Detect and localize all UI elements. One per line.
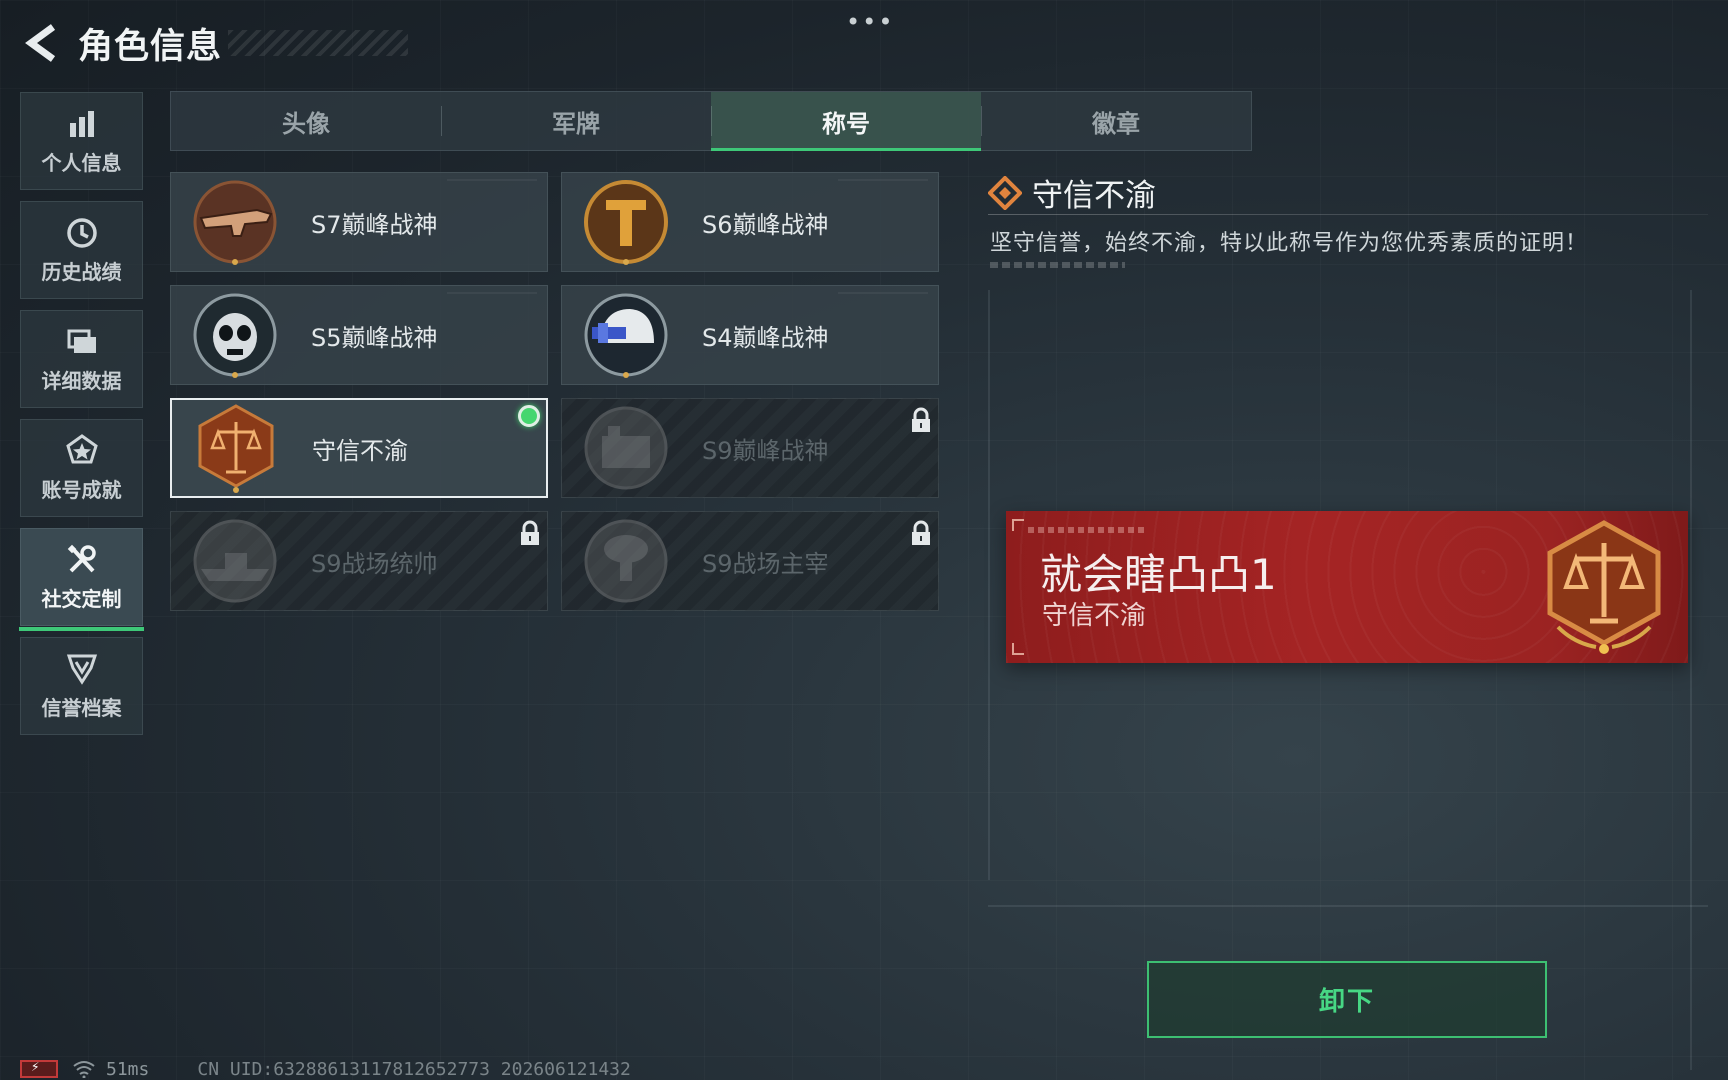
tab-badge[interactable]: 徽章 (981, 92, 1251, 150)
equipped-indicator (518, 405, 540, 427)
preview-corner (1012, 643, 1024, 655)
sidebar-item-label: 历史战绩 (41, 259, 122, 284)
frame-line (988, 905, 1708, 907)
tab-dog-tag[interactable]: 军牌 (441, 92, 711, 150)
achievement-star-icon (65, 433, 98, 463)
mushroom-cloud-emblem-icon (584, 519, 668, 603)
skull-mask-emblem-icon (193, 293, 277, 378)
ping-value: 51ms (106, 1058, 150, 1080)
title-card-s9-commander[interactable]: S9战场统帅 (170, 511, 548, 611)
unequip-button[interactable]: 卸下 (1147, 961, 1547, 1038)
title-name: S5巅峰战神 (311, 323, 438, 352)
tab-avatar[interactable]: 头像 (171, 92, 441, 150)
sidebar-item-label: 个人信息 (41, 150, 122, 175)
back-button[interactable] (20, 18, 62, 68)
unequip-label: 卸下 (1318, 987, 1375, 1017)
title-card-s7[interactable]: S7巅峰战神 (170, 172, 548, 272)
back-arrow-icon (25, 24, 56, 62)
title-card-s9-dominator[interactable]: S9战场主宰 (561, 511, 939, 611)
folder-stack-icon (67, 329, 96, 353)
frame-line (1690, 290, 1692, 1070)
sidebar-item-personal-info[interactable]: 个人信息 (20, 92, 143, 190)
category-tabs: 头像 军牌 称号 徽章 (170, 91, 1252, 151)
preview-decoration (1028, 527, 1148, 533)
bar-chart-icon (69, 110, 94, 137)
card-decoration (838, 292, 928, 294)
sidebar-item-label: 信誉档案 (41, 695, 122, 720)
title-card-s4[interactable]: S4巅峰战神 (561, 285, 939, 385)
title-name: S9战场主宰 (702, 549, 829, 578)
card-decoration (447, 179, 537, 181)
title-name: S4巅峰战神 (702, 323, 829, 352)
sidebar-item-credit-record[interactable]: 信誉档案 (20, 637, 143, 735)
title-card-s5[interactable]: S5巅峰战神 (170, 285, 548, 385)
sidebar: 个人信息 历史战绩 详细数据 账号成就 社交定制 信誉档案 (19, 92, 144, 746)
shield-chevron-icon (66, 654, 97, 685)
title-name: S6巅峰战神 (702, 210, 829, 239)
rifle-emblem-icon (193, 180, 277, 265)
page-title: 角色信息 (78, 26, 223, 67)
warship-emblem-icon (193, 519, 277, 603)
title-name: 守信不渝 (312, 436, 408, 465)
helmet-nvg-emblem-icon (584, 293, 668, 378)
uid-text: CN UID:6328861311781265277З 202606121432 (197, 1058, 631, 1080)
sidebar-item-label: 账号成就 (41, 477, 122, 502)
more-options-button[interactable]: ••• (846, 8, 894, 36)
lock-icon (912, 407, 930, 432)
wrench-screwdriver-icon (67, 544, 96, 572)
preview-corner (1012, 519, 1024, 531)
title-name: S7巅峰战神 (311, 210, 438, 239)
title-decoration (228, 30, 408, 56)
battery-charging-icon (20, 1059, 58, 1078)
title-card-shouxinbuyu[interactable]: 守信不渝 (170, 398, 548, 498)
sidebar-item-label: 详细数据 (41, 368, 122, 393)
wifi-icon (73, 1061, 95, 1078)
t-shield-emblem-icon (584, 180, 668, 265)
tab-title[interactable]: 称号 (711, 92, 981, 151)
header: 角色信息 (20, 18, 222, 68)
sidebar-item-history[interactable]: 历史战绩 (20, 201, 143, 299)
sidebar-item-social-customization[interactable]: 社交定制 (19, 528, 144, 631)
title-name: S9战场统帅 (311, 549, 438, 578)
detail-description: 坚守信誉，始终不渝，特以此称号作为您优秀素质的证明！ (990, 231, 1589, 256)
preview-player-name: 就会瞎凸凸1 (1040, 550, 1277, 599)
diamond-icon (988, 175, 1022, 210)
preview-title: 守信不渝 (1042, 601, 1147, 631)
title-card-s6[interactable]: S6巅峰战神 (561, 172, 939, 272)
detail-title: 守信不渝 (1032, 178, 1156, 214)
lock-icon (912, 520, 930, 545)
sidebar-item-achievements[interactable]: 账号成就 (20, 419, 143, 517)
title-name: S9巅峰战神 (702, 436, 829, 465)
scales-emblem-icon (198, 404, 274, 493)
lock-icon (521, 520, 539, 545)
title-card-s9-peak[interactable]: S9巅峰战神 (561, 398, 939, 498)
clock-history-icon (66, 217, 97, 248)
sidebar-item-label: 社交定制 (41, 586, 122, 611)
detail-divider (988, 214, 1708, 215)
sidebar-item-detailed-data[interactable]: 详细数据 (20, 310, 143, 408)
title-preview-card: 就会瞎凸凸1 守信不渝 (1006, 511, 1688, 663)
frame-line (988, 290, 990, 880)
status-bar: 51ms CN UID:6328861311781265277З 2026061… (20, 1058, 631, 1080)
scales-emblem-icon (1547, 520, 1661, 654)
card-decoration (838, 179, 928, 181)
detail-header: 守信不渝 (988, 170, 1156, 215)
card-decoration (447, 292, 537, 294)
detail-decoration (990, 262, 1125, 268)
fortress-emblem-icon (584, 406, 668, 490)
